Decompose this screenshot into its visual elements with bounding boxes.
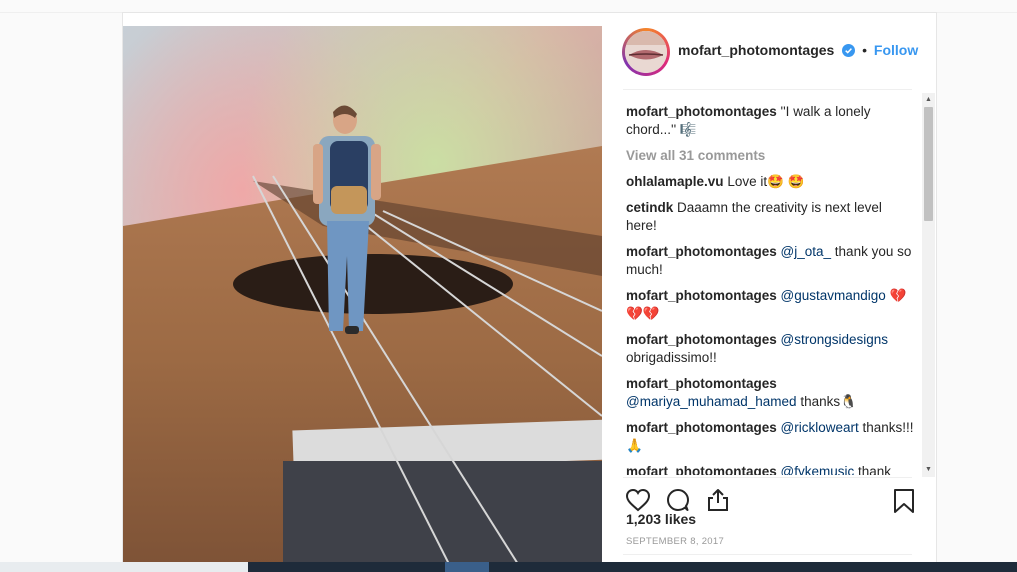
comment-mention-link[interactable]: @rickloweart bbox=[781, 420, 859, 435]
taskbar-left-area bbox=[0, 562, 248, 572]
comment-item: cetindk Daaamn the creativity is next le… bbox=[626, 199, 916, 235]
post-sidebar: mofart_photomontages • Follow mofart_pho… bbox=[603, 13, 936, 572]
scroll-down-arrow-icon[interactable]: ▼ bbox=[922, 463, 935, 477]
add-comment-divider bbox=[623, 554, 912, 555]
comment-text: Love it🤩 🤩 bbox=[727, 174, 805, 189]
comment-item: mofart_photomontages @gustavmandigo 💔💔💔 bbox=[626, 287, 916, 323]
comment-item: mofart_photomontages @mariya_muhamad_ham… bbox=[626, 375, 916, 411]
header-divider bbox=[623, 89, 912, 90]
post-header: mofart_photomontages • Follow bbox=[603, 13, 936, 89]
taskbar-active-app[interactable] bbox=[445, 562, 489, 572]
avatar[interactable] bbox=[622, 28, 670, 76]
comment-item: mofart_photomontages @j_ota_ thank you s… bbox=[626, 243, 916, 279]
caption: mofart_photomontages ''I walk a lonely c… bbox=[626, 103, 916, 139]
scrollbar-thumb[interactable] bbox=[924, 107, 933, 221]
comment-username[interactable]: cetindk bbox=[626, 200, 673, 215]
comment-username[interactable]: ohlalamaple.vu bbox=[626, 174, 724, 189]
comment-text: obrigadissimo!! bbox=[626, 350, 717, 365]
share-icon[interactable] bbox=[706, 488, 730, 517]
comments-list: mofart_photomontages ''I walk a lonely c… bbox=[626, 103, 916, 475]
likes-count[interactable]: 1,203 likes bbox=[626, 511, 696, 527]
bookmark-icon[interactable] bbox=[893, 488, 915, 519]
comment-item: mofart_photomontages @strongsidesigns ob… bbox=[626, 331, 916, 367]
comment-username[interactable]: mofart_photomontages bbox=[626, 332, 777, 347]
caption-username[interactable]: mofart_photomontages bbox=[626, 104, 777, 119]
post-photo[interactable] bbox=[123, 26, 602, 572]
header-separator: • bbox=[862, 42, 868, 58]
comment-mention-link[interactable]: @j_ota_ bbox=[781, 244, 832, 259]
comment-item: ohlalamaple.vu Love it🤩 🤩 bbox=[626, 173, 916, 191]
comment-item: mofart_photomontages @fykemusic thank bbox=[626, 463, 916, 475]
comment-text: thank bbox=[858, 464, 892, 475]
comment-username[interactable]: mofart_photomontages bbox=[626, 376, 777, 391]
comment-text: thanks🐧 bbox=[800, 394, 857, 409]
comment-mention-link[interactable]: @gustavmandigo bbox=[781, 288, 886, 303]
comment-item: mofart_photomontages @rickloweart thanks… bbox=[626, 419, 916, 455]
os-taskbar bbox=[0, 562, 1017, 572]
post-date[interactable]: SEPTEMBER 8, 2017 bbox=[626, 536, 724, 547]
header-username-link[interactable]: mofart_photomontages bbox=[678, 42, 834, 58]
comment-mention-link[interactable]: @strongsidesigns bbox=[781, 332, 889, 347]
scroll-up-arrow-icon[interactable]: ▲ bbox=[922, 93, 935, 107]
comment-username[interactable]: mofart_photomontages bbox=[626, 244, 777, 259]
follow-button[interactable]: Follow bbox=[874, 42, 918, 58]
comment-mention-link[interactable]: @fykemusic bbox=[781, 464, 855, 475]
comment-mention-link[interactable]: @mariya_muhamad_hamed bbox=[626, 394, 797, 409]
comment-username[interactable]: mofart_photomontages bbox=[626, 288, 777, 303]
avatar-lips-icon bbox=[625, 31, 667, 73]
comments-scrollbar[interactable]: ▲ ▼ bbox=[922, 93, 935, 477]
view-all-comments-link[interactable]: View all 31 comments bbox=[626, 147, 916, 165]
comment-username[interactable]: mofart_photomontages bbox=[626, 420, 777, 435]
comment-username[interactable]: mofart_photomontages bbox=[626, 464, 777, 475]
verified-badge-icon bbox=[842, 44, 856, 60]
